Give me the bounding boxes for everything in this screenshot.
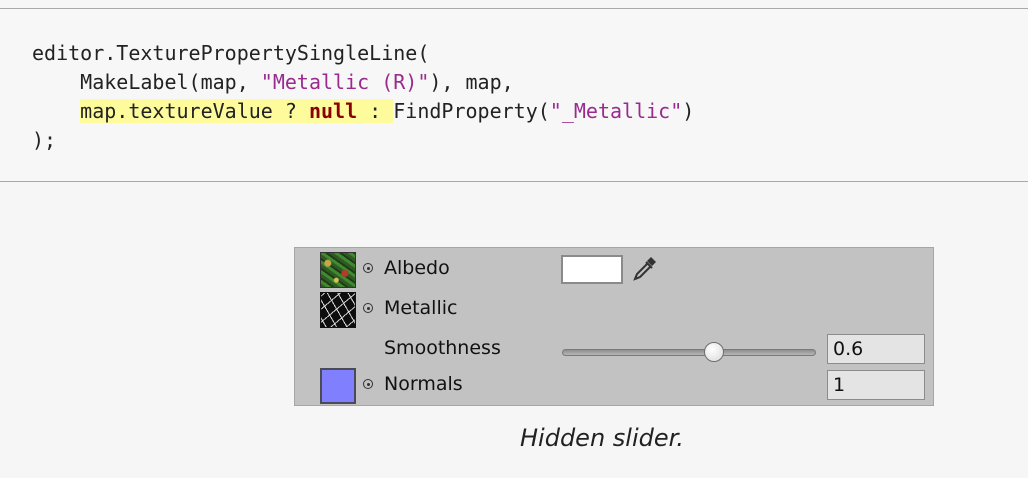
object-picker-icon[interactable] xyxy=(363,303,373,313)
normals-label: Normals xyxy=(384,373,463,395)
code-block: editor.TexturePropertySingleLine( MakeLa… xyxy=(0,8,1028,182)
code-string: "_Metallic" xyxy=(549,99,683,123)
albedo-texture-icon[interactable] xyxy=(320,252,356,288)
smoothness-slider-handle[interactable] xyxy=(704,342,725,362)
smoothness-value-field[interactable]: 0.6 xyxy=(827,334,925,364)
normal-map-texture-icon[interactable] xyxy=(320,368,356,404)
code-line-4: ); xyxy=(32,126,694,155)
code-keyword: null xyxy=(308,99,358,123)
code-text: : xyxy=(357,99,394,123)
code-listing: editor.TexturePropertySingleLine( MakeLa… xyxy=(32,39,694,155)
smoothness-label: Smoothness xyxy=(384,337,501,359)
code-text: ); xyxy=(32,128,57,152)
code-line-1: editor.TexturePropertySingleLine( xyxy=(32,39,694,68)
eyedropper-icon[interactable] xyxy=(631,254,659,284)
metallic-texture-icon[interactable] xyxy=(320,292,356,328)
code-text: ) xyxy=(682,99,695,123)
code-text: MakeLabel(map, xyxy=(32,70,261,94)
code-line-3: map.textureValue ? null : FindProperty("… xyxy=(32,97,694,126)
figure-caption: Hidden slider. xyxy=(520,424,684,452)
metallic-label: Metallic xyxy=(384,297,458,319)
code-line-2: MakeLabel(map, "Metallic (R)"), map, xyxy=(32,68,694,97)
material-inspector-panel: Albedo Metallic Smoothness 0.6 Normals 1 xyxy=(294,247,934,406)
object-picker-icon[interactable] xyxy=(363,379,373,389)
code-text: editor.TexturePropertySingleLine( xyxy=(32,41,430,65)
albedo-label: Albedo xyxy=(384,257,450,279)
normal-scale-field[interactable]: 1 xyxy=(827,370,925,400)
code-text: FindProperty( xyxy=(393,99,550,123)
code-string: "Metallic (R)" xyxy=(260,70,430,94)
object-picker-icon[interactable] xyxy=(363,263,373,273)
code-text: ), map, xyxy=(429,70,514,94)
code-text: map.textureValue ? xyxy=(80,99,309,123)
smoothness-slider-track[interactable] xyxy=(562,349,816,356)
code-highlight: map.textureValue ? null : xyxy=(80,99,394,123)
albedo-color-field[interactable] xyxy=(561,255,623,284)
